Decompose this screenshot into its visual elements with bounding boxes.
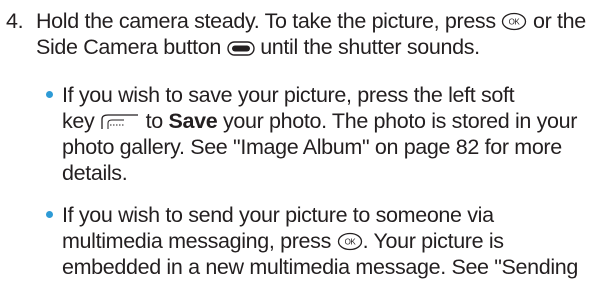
left-soft-key-icon <box>100 113 140 131</box>
step-line2-before-icon: Side Camera button <box>36 35 221 59</box>
step-4: 4. Hold the camera steady. To take the p… <box>6 8 596 60</box>
step-line2-after-icon: until the shutter sounds. <box>260 35 480 59</box>
bullet-dot <box>46 211 53 218</box>
bullet-save-line1: If you wish to save your picture, press … <box>62 83 515 107</box>
bullet-send-picture: If you wish to send your picture to some… <box>46 202 596 280</box>
step-number: 4. <box>6 9 24 33</box>
manual-page: 4. Hold the camera steady. To take the p… <box>0 0 599 281</box>
bullet-save-to: to <box>145 109 164 133</box>
ok-key-icon: OK <box>337 232 363 251</box>
save-label: Save <box>168 109 218 133</box>
bullet-dot <box>46 91 53 98</box>
step-line1: Hold the camera steady. To take the pict… <box>36 9 496 33</box>
svg-text:OK: OK <box>344 238 356 247</box>
bullet-save-key-prefix: key <box>62 109 95 133</box>
step-text: Hold the camera steady. To take the pict… <box>36 8 596 60</box>
bullet-save-rest: your photo. The photo is stored in your … <box>62 109 578 185</box>
side-camera-button-icon <box>226 40 255 57</box>
svg-text:OK: OK <box>509 18 521 27</box>
bullet-save-picture: If you wish to save your picture, press … <box>46 82 596 186</box>
ok-key-icon: OK <box>501 12 527 31</box>
step-line1-after-ok: or the <box>532 9 586 33</box>
